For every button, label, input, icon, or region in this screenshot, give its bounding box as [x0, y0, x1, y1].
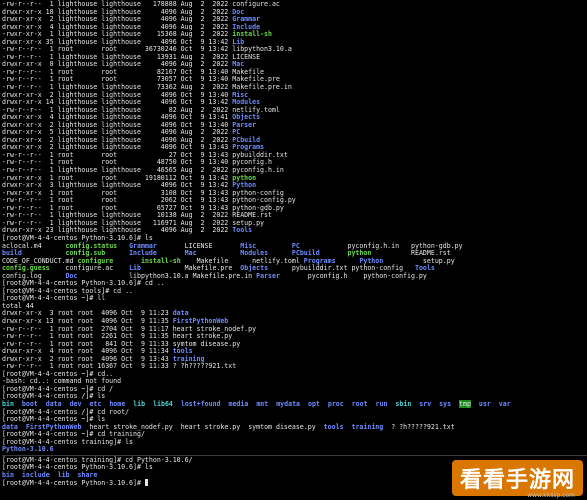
- py-entry: include: [21, 470, 50, 479]
- ls-gap: [347, 272, 363, 280]
- root-dir: var: [498, 399, 511, 408]
- cursor: [144, 479, 148, 487]
- py-entry: bin: [2, 470, 14, 479]
- root-dir: sbin: [395, 399, 412, 408]
- training-ls-row: Python-3.10.6: [2, 445, 587, 454]
- prompt-line: [root@VM-4-4-centos training]# ls: [2, 438, 587, 447]
- home-entry: symtom disease.py: [248, 422, 316, 431]
- root-dir: tmp: [459, 399, 471, 408]
- terminal-window[interactable]: -rw-r--r-- 1 lighthouse lighthouse 17888…: [0, 0, 587, 500]
- root-dir: proc: [327, 399, 344, 408]
- root-dir: mydata: [276, 399, 301, 408]
- listing-filename: Tools: [232, 226, 253, 235]
- prompt-line: [root@VM-4-4-centos ~]# ll: [2, 295, 587, 303]
- root-dir: usr: [478, 399, 491, 408]
- prompt: [root@VM-4-4-centos Python-3.10.6]#: [2, 479, 145, 488]
- root-dir: sys: [439, 399, 452, 408]
- root-dir: lib: [133, 399, 146, 408]
- ls-gap: [431, 272, 487, 280]
- watermark-url: www.kkssp.com: [527, 492, 575, 499]
- home-entry: ? ?h?????921.txt: [391, 422, 455, 431]
- root-dir: lib64: [153, 399, 173, 408]
- training-entry: Python-3.10.6: [2, 445, 54, 454]
- ls-gap: [280, 272, 308, 280]
- ls-entry: python-config.py: [363, 271, 427, 280]
- root-dir: root: [351, 399, 368, 408]
- py-entry: share: [77, 470, 98, 479]
- watermark-logo: 看看手游网: [451, 460, 583, 496]
- ll-filename: ? ?h?????921.txt: [172, 362, 237, 371]
- ls-entry: pyconfig.h: [307, 271, 348, 280]
- py-entry: lib: [57, 470, 70, 479]
- root-dir: srv: [419, 399, 432, 408]
- home-entry: heart stroke.py: [180, 422, 241, 431]
- root-dir: run: [375, 399, 388, 408]
- root-dir: lost+found: [180, 399, 221, 408]
- ls-entry: Makefile.pre.in: [192, 271, 253, 280]
- home-entry: training: [351, 422, 384, 431]
- root-dir: mnt: [256, 399, 269, 408]
- ls-entry: Parser: [256, 271, 280, 280]
- home-entry: tools: [323, 422, 344, 431]
- root-dir: media: [228, 399, 249, 408]
- root-dir: opt: [307, 399, 320, 408]
